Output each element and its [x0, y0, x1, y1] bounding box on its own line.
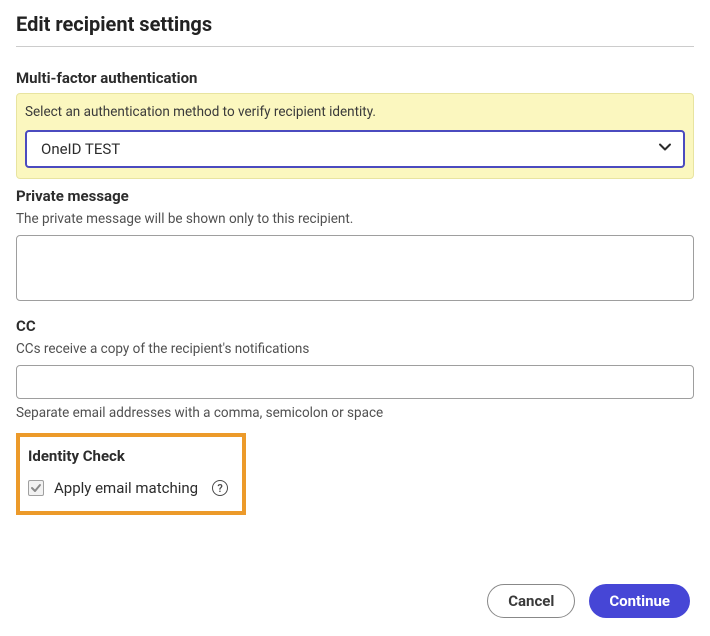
mfa-highlight: Select an authentication method to verif… [16, 93, 694, 179]
cc-hint: CCs receive a copy of the recipient's no… [16, 341, 694, 357]
continue-button[interactable]: Continue [589, 584, 690, 618]
apply-email-matching-label: Apply email matching [54, 479, 198, 497]
identity-checkbox-row: Apply email matching ? [28, 479, 228, 497]
private-message-label: Private message [16, 187, 694, 205]
cc-input[interactable] [16, 365, 694, 399]
edit-recipient-dialog: Edit recipient settings Multi-factor aut… [16, 12, 694, 515]
dialog-title: Edit recipient settings [16, 12, 694, 36]
cancel-button[interactable]: Cancel [487, 584, 575, 618]
identity-label: Identity Check [28, 447, 228, 465]
mfa-label: Multi-factor authentication [16, 69, 694, 87]
private-message-input[interactable] [16, 235, 694, 301]
mfa-select[interactable]: OneID TEST [25, 130, 685, 168]
divider [16, 46, 694, 47]
help-icon[interactable]: ? [212, 480, 228, 496]
cc-helper: Separate email addresses with a comma, s… [16, 405, 694, 421]
identity-highlight-box: Identity Check Apply email matching ? [16, 433, 246, 515]
cc-label: CC [16, 317, 694, 335]
mfa-selected-value: OneID TEST [41, 140, 120, 158]
mfa-select-wrap: OneID TEST [25, 130, 685, 168]
apply-email-matching-checkbox[interactable] [28, 480, 44, 496]
mfa-hint: Select an authentication method to verif… [25, 104, 685, 120]
private-message-hint: The private message will be shown only t… [16, 211, 694, 227]
dialog-footer: Cancel Continue [487, 584, 690, 618]
